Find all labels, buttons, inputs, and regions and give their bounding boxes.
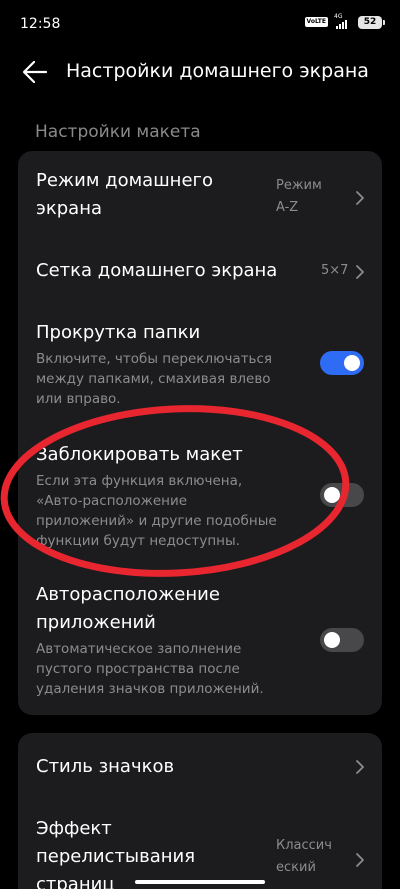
auto-arrange-desc-2: пустого пространства после [36,661,240,677]
page-flip-effect-value-1: Классич [276,838,332,853]
folder-scroll-row[interactable]: Прокрутка папки Включите, чтобы переключ… [18,319,382,411]
lock-layout-desc-1: Если эта функция включена, [36,473,243,489]
signal-icon: 4G [334,13,352,29]
folder-scroll-desc-2: между папками, смахивая влево [36,371,271,387]
page-flip-effect-row[interactable]: Эффект перелистывания страниц Классич ес… [18,815,382,889]
battery-level: 52 [363,16,377,27]
home-screen-mode-row[interactable]: Режим домашнего экрана Режим A-Z [18,167,382,231]
status-time: 12:58 [20,16,61,32]
layout-settings-card: Режим домашнего экрана Режим A-Z Сетка д… [18,151,382,715]
lock-layout-desc-4: функции будут недоступны. [36,533,240,549]
battery-icon: 52 [358,15,385,29]
lock-layout-desc-3: приложений» и другие подобные [36,513,277,529]
page-title: Настройки домашнего экрана [66,60,369,82]
page-flip-effect-title-3: страниц [36,874,115,889]
folder-scroll-desc-1: Включите, чтобы переключаться [36,351,273,367]
lock-layout-desc-2: «Авто-расположение [36,493,188,509]
chevron-right-icon [356,760,364,774]
chevron-right-icon [356,265,364,279]
appearance-settings-card: Стиль значков Эффект перелистывания стра… [18,733,382,889]
network-type: 4G [334,13,343,20]
home-indicator[interactable] [135,880,265,884]
page-flip-effect-title-2: перелистывания [36,846,196,867]
screen: 12:58 VoLTE 4G 52 Настройки домашнего эк… [0,0,400,889]
home-screen-grid-value: 5×7 [321,263,349,278]
page-flip-effect-value-2: еский [276,860,316,875]
toggle-knob [324,632,340,648]
auto-arrange-desc-1: Автоматическое заполнение [36,641,242,657]
icon-style-title: Стиль значков [36,756,175,777]
home-screen-mode-title-2: экрана [36,198,103,219]
lock-layout-title: Заблокировать макет [36,444,243,465]
auto-arrange-desc-3: удаления значков приложений. [36,681,264,697]
arrow-left-icon [22,60,48,84]
folder-scroll-title: Прокрутка папки [36,322,201,343]
toggle-knob [324,487,340,503]
folder-scroll-desc-3: или вправо. [36,391,121,407]
folder-scroll-toggle[interactable] [320,351,364,375]
lock-layout-toggle[interactable] [320,483,364,507]
auto-arrange-title-2: приложений [36,612,156,633]
chevron-right-icon [356,191,364,205]
auto-arrange-row[interactable]: Авторасположение приложений Автоматическ… [18,581,382,701]
home-screen-mode-value-1: Режим [276,178,322,193]
home-screen-grid-row[interactable]: Сетка домашнего экрана 5×7 [18,257,382,287]
toggle-knob [344,355,360,371]
status-icons: VoLTE 4G 52 [304,13,385,29]
home-screen-mode-value-2: A-Z [276,200,299,215]
app-bar: Настройки домашнего экрана [0,50,400,96]
page-flip-effect-title-1: Эффект [36,818,112,839]
icon-style-row[interactable]: Стиль значков [18,753,382,783]
section-label: Настройки макета [35,122,201,142]
auto-arrange-toggle[interactable] [320,628,364,652]
auto-arrange-title-1: Авторасположение [36,584,220,605]
volte-badge: VoLTE [304,17,328,27]
chevron-right-icon [356,853,364,867]
lock-layout-row[interactable]: Заблокировать макет Если эта функция вкл… [18,441,382,551]
home-screen-grid-title: Сетка домашнего экрана [36,260,278,281]
back-button[interactable] [20,58,50,86]
status-bar: 12:58 VoLTE 4G 52 [0,0,400,44]
home-screen-mode-title-1: Режим домашнего [36,170,213,191]
